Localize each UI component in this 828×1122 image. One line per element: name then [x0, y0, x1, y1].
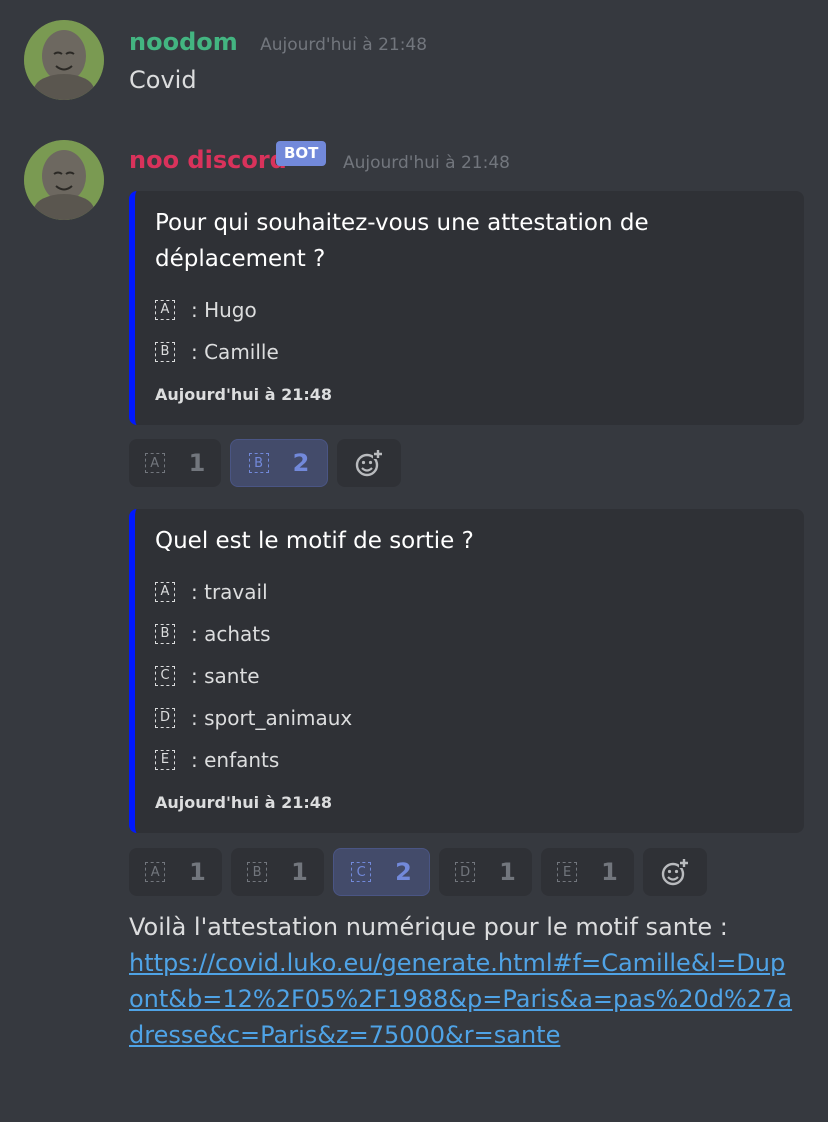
- embed-options: A : travail B : achats C : sante D : spo…: [155, 571, 784, 781]
- regional-indicator-c-icon: C: [351, 862, 372, 882]
- add-emoji-icon: [355, 449, 383, 477]
- regional-indicator-a-icon: A: [145, 862, 166, 882]
- embed-option-d: D : sport_animaux: [155, 697, 784, 739]
- option-text: : sante: [191, 664, 260, 688]
- regional-indicator-a-icon: A: [155, 300, 175, 320]
- reaction-count: 2: [292, 449, 310, 477]
- option-text: : travail: [191, 580, 268, 604]
- regional-indicator-d-icon: D: [455, 862, 476, 882]
- option-text: : Hugo: [191, 298, 257, 322]
- message-text: Covid: [129, 66, 197, 94]
- username-label[interactable]: noodom: [129, 28, 238, 56]
- regional-indicator-b-icon: B: [247, 862, 268, 882]
- reaction-count: 1: [601, 858, 618, 886]
- regional-indicator-e-icon: E: [155, 750, 175, 770]
- reaction-d[interactable]: D 1: [439, 848, 532, 896]
- reaction-count: 1: [188, 449, 206, 477]
- embed-option-a: A : Hugo: [155, 289, 784, 331]
- result-message: Voilà l'attestation numérique pour le mo…: [129, 909, 799, 1053]
- option-text: : sport_animaux: [191, 706, 353, 730]
- message-timestamp: Aujourd'hui à 21:48: [260, 35, 428, 55]
- option-text: : enfants: [191, 748, 280, 772]
- embed-option-c: C : sante: [155, 655, 784, 697]
- username-label[interactable]: noo discord: [129, 146, 287, 174]
- add-emoji-icon: [661, 858, 689, 886]
- user-avatar-noodom[interactable]: [24, 20, 104, 100]
- reaction-b[interactable]: B 2: [230, 439, 328, 487]
- embed-options: A : Hugo B : Camille: [155, 289, 784, 373]
- embed-person-question: Pour qui souhaitez-vous une attestation …: [129, 191, 804, 425]
- regional-indicator-d-icon: D: [155, 708, 175, 728]
- option-text: : Camille: [191, 340, 279, 364]
- message-timestamp: Aujourd'hui à 21:48: [343, 153, 510, 173]
- reactions-row-2: A 1 B 1 C 2 D 1 E 1: [129, 848, 707, 896]
- regional-indicator-b-icon: B: [155, 342, 175, 362]
- result-text: Voilà l'attestation numérique pour le mo…: [129, 913, 728, 941]
- reaction-a[interactable]: A 1: [129, 848, 222, 896]
- username-noodom[interactable]: noodom Aujourd'hui à 21:48: [129, 28, 427, 56]
- username-noo-discord[interactable]: noo discord: [129, 146, 287, 174]
- reaction-c[interactable]: C 2: [333, 848, 430, 896]
- add-reaction-button[interactable]: [643, 848, 707, 896]
- reaction-count: 1: [291, 858, 308, 886]
- regional-indicator-a-icon: A: [155, 582, 175, 602]
- embed-footer-timestamp: Aujourd'hui à 21:48: [155, 793, 333, 812]
- add-reaction-button[interactable]: [337, 439, 401, 487]
- reaction-count: 2: [395, 858, 412, 886]
- reaction-b[interactable]: B 1: [231, 848, 324, 896]
- buddha-avatar-icon: [24, 140, 104, 220]
- regional-indicator-b-icon: B: [248, 453, 269, 473]
- reaction-count: 1: [499, 858, 516, 886]
- embed-motive-question: Quel est le motif de sortie ? A : travai…: [129, 509, 804, 833]
- bot-badge: BOT: [276, 141, 327, 166]
- regional-indicator-a-icon: A: [144, 453, 165, 473]
- reaction-count: 1: [189, 858, 206, 886]
- regional-indicator-b-icon: B: [155, 624, 175, 644]
- embed-option-e: E : enfants: [155, 739, 784, 781]
- embed-option-b: B : achats: [155, 613, 784, 655]
- embed-title: Quel est le motif de sortie ?: [155, 528, 474, 554]
- embed-title: Pour qui souhaitez-vous une attestation …: [155, 210, 649, 272]
- option-text: : achats: [191, 622, 271, 646]
- embed-option-b: B : Camille: [155, 331, 784, 373]
- buddha-avatar-icon: [24, 20, 104, 100]
- bot-avatar-noo-discord[interactable]: [24, 140, 104, 220]
- reaction-e[interactable]: E 1: [541, 848, 634, 896]
- attestation-link[interactable]: https://covid.luko.eu/generate.html#f=Ca…: [129, 949, 792, 1049]
- embed-footer-timestamp: Aujourd'hui à 21:48: [155, 385, 333, 404]
- reactions-row-1: A 1 B 2: [129, 439, 401, 487]
- embed-option-a: A : travail: [155, 571, 784, 613]
- reaction-a[interactable]: A 1: [129, 439, 221, 487]
- regional-indicator-c-icon: C: [155, 666, 175, 686]
- regional-indicator-e-icon: E: [557, 862, 578, 882]
